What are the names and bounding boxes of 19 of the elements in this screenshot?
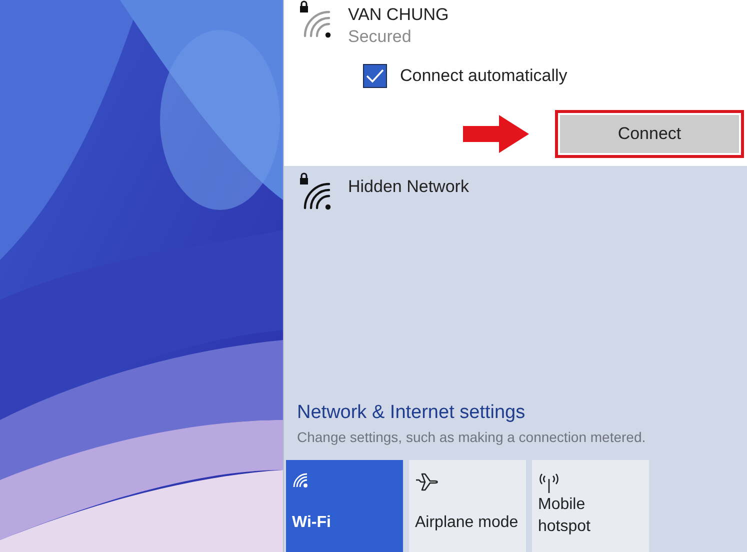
wifi-icon xyxy=(301,8,333,38)
quick-action-tile[interactable]: Airplane mode xyxy=(409,460,526,552)
network-name: Hidden Network xyxy=(348,176,469,198)
network-item[interactable]: Hidden Network xyxy=(284,166,747,222)
checkbox[interactable] xyxy=(363,64,387,88)
hotspot-icon xyxy=(538,472,560,494)
wifi-icon xyxy=(292,472,308,488)
checkbox-label: Connect automatically xyxy=(400,66,568,86)
settings-link[interactable]: Network & Internet settings xyxy=(297,402,526,424)
quick-action-tile[interactable]: Wi-Fi xyxy=(286,460,403,552)
wifi-icon xyxy=(301,180,333,210)
airplane-icon xyxy=(415,472,439,492)
arrow-icon xyxy=(463,115,529,153)
quick-action-tile[interactable]: Mobile hotspot xyxy=(532,460,649,552)
settings-description: Change settings, such as making a connection metered. xyxy=(297,429,646,445)
connect-button[interactable]: Connect xyxy=(555,110,744,158)
network-name: VAN CHUNG xyxy=(348,4,449,26)
network-card[interactable]: VAN CHUNG Secured Connect automatically Connect xyxy=(284,0,747,166)
network-status: Secured xyxy=(348,26,412,48)
